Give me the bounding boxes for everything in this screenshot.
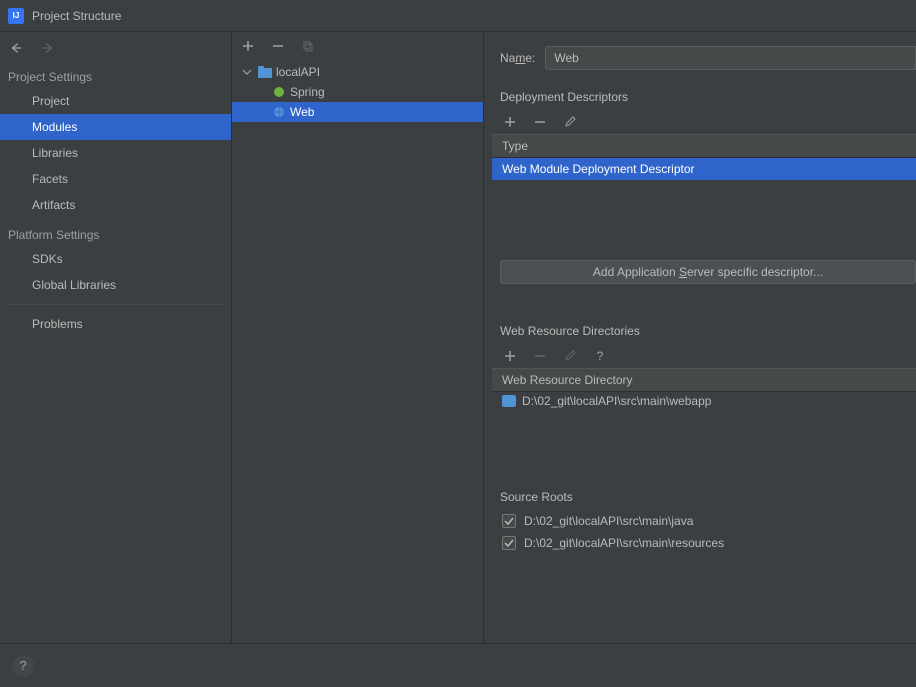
dd-add-button[interactable] <box>502 114 518 130</box>
tree-remove-button[interactable] <box>270 38 286 54</box>
sidebar-item-global-libraries[interactable]: Global Libraries <box>0 272 231 298</box>
wrd-remove-button[interactable] <box>532 348 548 364</box>
spring-icon <box>272 85 286 99</box>
tree-toolbar <box>232 32 483 56</box>
source-root-row[interactable]: D:\02_git\localAPI\src\main\java <box>484 510 916 532</box>
nav-back-button[interactable] <box>8 40 24 56</box>
footer: ? <box>0 643 916 687</box>
body-row: Project Settings Project Modules Librari… <box>0 32 916 643</box>
tree-node-web[interactable]: Web <box>232 102 483 122</box>
wrd-edit-button[interactable] <box>562 348 578 364</box>
source-root-path: D:\02_git\localAPI\src\main\java <box>524 514 693 528</box>
sidebar-item-modules[interactable]: Modules <box>0 114 231 140</box>
tree-node-label: Web <box>290 105 314 119</box>
web-facet-icon <box>272 105 286 119</box>
section-deployment-descriptors: Deployment Descriptors <box>484 80 916 110</box>
wrd-toolbar: ? <box>484 344 916 368</box>
wrd-path: D:\02_git\localAPI\src\main\webapp <box>522 394 711 408</box>
nav-forward-button[interactable] <box>40 40 56 56</box>
wrd-table-row[interactable]: D:\02_git\localAPI\src\main\webapp <box>492 392 916 410</box>
dd-table-header-type: Type <box>492 134 916 158</box>
sidebar-item-sdks[interactable]: SDKs <box>0 246 231 272</box>
tree-node-localapi[interactable]: localAPI <box>232 62 483 82</box>
tree-column: localAPI Spring Web <box>232 32 484 643</box>
dd-edit-button[interactable] <box>562 114 578 130</box>
sidebar-item-project[interactable]: Project <box>0 88 231 114</box>
app-logo-icon <box>8 8 24 24</box>
sidebar-item-facets[interactable]: Facets <box>0 166 231 192</box>
tree-add-button[interactable] <box>240 38 256 54</box>
wrd-table-header: Web Resource Directory <box>492 368 916 392</box>
dd-table-row[interactable]: Web Module Deployment Descriptor <box>492 158 916 180</box>
dd-remove-button[interactable] <box>532 114 548 130</box>
dd-table-body <box>492 180 916 250</box>
right-pane: Name: Deployment Descriptors Type Web Mo… <box>484 32 916 643</box>
sidebar-item-libraries[interactable]: Libraries <box>0 140 231 166</box>
source-root-checkbox[interactable] <box>502 536 516 550</box>
tree-copy-button[interactable] <box>300 38 316 54</box>
source-root-checkbox[interactable] <box>502 514 516 528</box>
source-root-path: D:\02_git\localAPI\src\main\resources <box>524 536 724 550</box>
titlebar: Project Structure <box>0 0 916 32</box>
wrd-table-body <box>484 410 916 480</box>
tree-node-label: localAPI <box>276 65 320 79</box>
nav-arrows <box>0 36 231 60</box>
sidebar: Project Settings Project Modules Librari… <box>0 32 232 643</box>
name-label: Name: <box>500 51 535 65</box>
facet-name-input[interactable] <box>545 46 916 70</box>
name-row: Name: <box>484 32 916 80</box>
sidebar-divider <box>8 304 223 305</box>
sidebar-item-problems[interactable]: Problems <box>0 311 231 337</box>
section-source-roots: Source Roots <box>484 480 916 510</box>
tree-node-label: Spring <box>290 85 325 99</box>
dd-toolbar <box>484 110 916 134</box>
tree-node-spring[interactable]: Spring <box>232 82 483 102</box>
window-title: Project Structure <box>32 9 121 23</box>
module-tree: localAPI Spring Web <box>232 56 483 122</box>
section-web-resource-directories: Web Resource Directories <box>484 314 916 344</box>
help-button[interactable]: ? <box>12 655 34 677</box>
folder-module-icon <box>258 65 272 79</box>
folder-icon <box>502 395 516 407</box>
chevron-down-icon <box>240 65 254 79</box>
sidebar-section-project-settings: Project Settings <box>0 60 231 88</box>
sidebar-item-artifacts[interactable]: Artifacts <box>0 192 231 218</box>
source-root-row[interactable]: D:\02_git\localAPI\src\main\resources <box>484 532 916 554</box>
wrd-add-button[interactable] <box>502 348 518 364</box>
add-server-descriptor-button[interactable]: Add Application Server specific descript… <box>500 260 916 284</box>
sidebar-section-platform-settings: Platform Settings <box>0 218 231 246</box>
wrd-help-button[interactable]: ? <box>592 348 608 364</box>
